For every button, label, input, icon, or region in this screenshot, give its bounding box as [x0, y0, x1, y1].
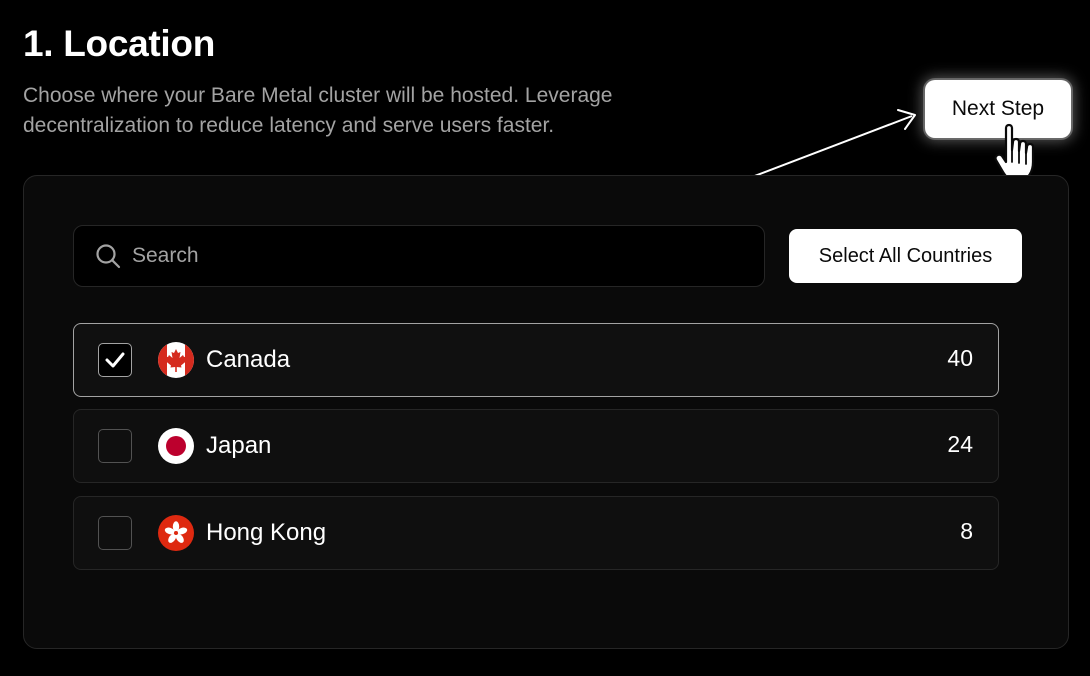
- country-checkbox-canada[interactable]: [98, 343, 132, 377]
- server-count: 40: [947, 345, 973, 371]
- checkmark-icon: [105, 352, 125, 368]
- country-name: Japan: [206, 432, 272, 459]
- country-checkbox-japan[interactable]: [98, 429, 132, 463]
- country-row-canada[interactable]: Canada 40: [73, 323, 999, 397]
- country-name: Canada: [206, 346, 291, 373]
- search-icon: [96, 244, 121, 269]
- search-box[interactable]: [73, 225, 765, 287]
- country-checkbox-hong-kong[interactable]: [98, 516, 132, 550]
- country-row-hong-kong[interactable]: Hong Kong 8: [73, 496, 999, 570]
- hong-kong-flag-icon: [158, 515, 194, 551]
- server-count: 24: [947, 431, 973, 457]
- country-row-japan[interactable]: Japan 24: [73, 409, 999, 483]
- location-panel: Select All Countries Canada 40: [23, 175, 1069, 649]
- search-input[interactable]: [132, 244, 732, 268]
- japan-flag-icon: [158, 428, 194, 464]
- server-count: 8: [960, 518, 973, 544]
- page-description: Choose where your Bare Metal cluster wil…: [23, 84, 613, 137]
- country-name: Hong Kong: [206, 519, 327, 546]
- page-title: 1. Location: [23, 23, 215, 64]
- canada-flag-icon: [158, 342, 194, 378]
- select-all-countries-button[interactable]: Select All Countries: [789, 229, 1022, 283]
